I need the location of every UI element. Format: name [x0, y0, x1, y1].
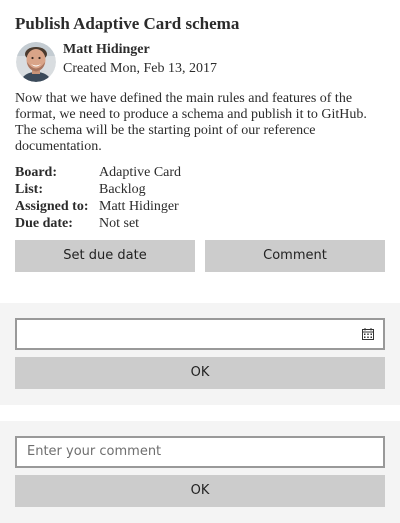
fact-row-assigned-to: Assigned to: Matt Hidinger [15, 198, 385, 215]
created-date: Created Mon, Feb 13, 2017 [63, 61, 217, 76]
fact-title: Board: [15, 165, 57, 180]
comment-placeholder: Enter your comment [27, 444, 162, 459]
fact-title: List: [15, 182, 43, 197]
avatar [16, 42, 56, 82]
fact-title: Due date: [15, 216, 73, 231]
set-due-date-button[interactable]: Set due date [15, 240, 195, 272]
author-name: Matt Hidinger [63, 42, 150, 57]
author-row: Matt Hidinger Created Mon, Feb 13, 2017 [15, 40, 385, 86]
fact-value: Backlog [99, 182, 146, 197]
calendar-icon[interactable] [362, 328, 374, 340]
fact-value: Not set [99, 216, 140, 231]
comment-button[interactable]: Comment [205, 240, 385, 272]
comment-input[interactable]: Enter your comment [15, 436, 385, 468]
due-date-panel: OK [0, 303, 400, 405]
fact-value: Adaptive Card [99, 165, 182, 180]
due-date-ok-button[interactable]: OK [15, 357, 385, 389]
comment-panel: Enter your comment OK [0, 421, 400, 523]
fact-row-due-date: Due date: Not set [15, 215, 385, 232]
fact-title: Assigned to: [15, 199, 89, 214]
adaptive-card: Publish Adaptive Card schema Matt Hiding… [0, 0, 400, 523]
comment-ok-button[interactable]: OK [15, 475, 385, 507]
avatar-image [16, 42, 56, 82]
fact-row-board: Board: Adaptive Card [15, 164, 385, 181]
fact-set: Board: Adaptive Card List: Backlog Assig… [15, 164, 385, 232]
card-description: Now that we have defined the main rules … [15, 91, 367, 154]
fact-value: Matt Hidinger [99, 199, 179, 214]
card-title: Publish Adaptive Card schema [15, 14, 240, 33]
fact-row-list: List: Backlog [15, 181, 385, 198]
due-date-input[interactable] [15, 318, 385, 350]
